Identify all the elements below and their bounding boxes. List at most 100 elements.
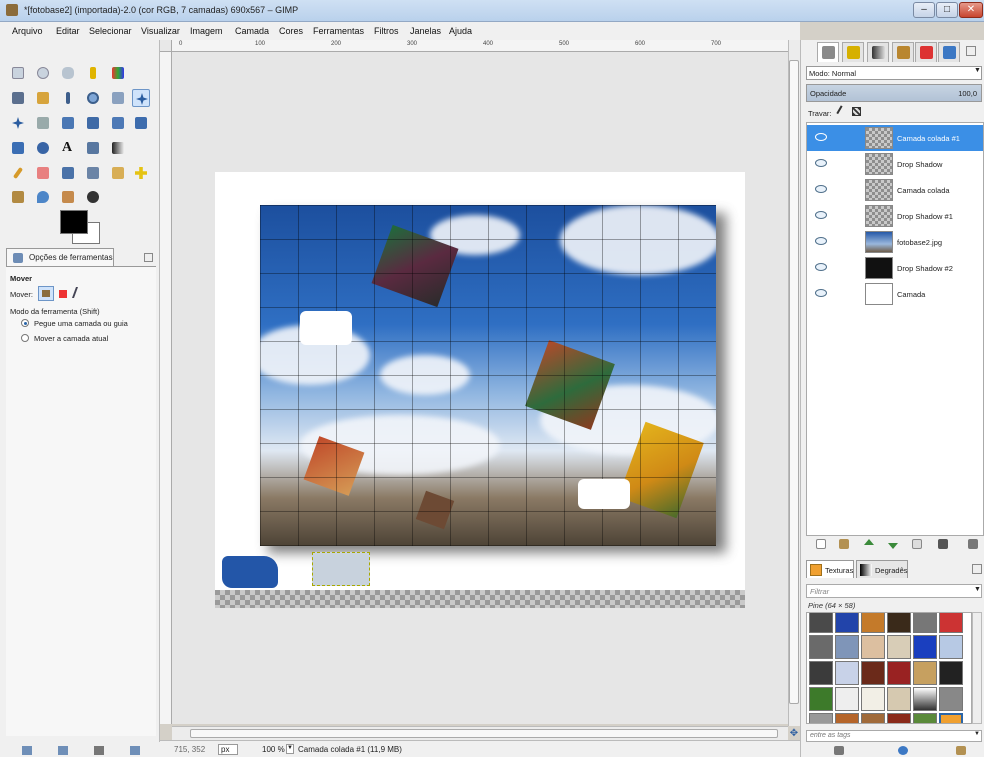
chevron-down-icon[interactable]: ▼ (974, 731, 980, 737)
bucket-fill-tool-icon[interactable] (84, 139, 102, 157)
brushes-tab[interactable] (892, 42, 914, 62)
rotate-tool-icon[interactable] (59, 114, 77, 132)
pattern-swatch[interactable] (913, 687, 937, 711)
rect-select-tool-icon[interactable] (9, 64, 27, 82)
foreground-select-tool-icon[interactable] (34, 89, 52, 107)
pencil-tool-icon[interactable] (9, 164, 27, 182)
channels-tab[interactable] (842, 42, 864, 62)
lock-pixels-icon[interactable] (835, 105, 849, 118)
pattern-swatch[interactable] (887, 713, 911, 723)
eye-icon[interactable] (815, 211, 827, 219)
eye-icon[interactable] (815, 289, 827, 297)
layer-row[interactable]: Drop Shadow #2 (807, 255, 983, 281)
pattern-swatch[interactable] (809, 661, 833, 685)
pattern-swatch[interactable] (835, 635, 859, 659)
blur-tool-icon[interactable] (34, 188, 52, 206)
zoom-tool-icon[interactable] (84, 89, 102, 107)
layer-row[interactable]: Drop Shadow (807, 151, 983, 177)
pattern-swatch[interactable] (835, 661, 859, 685)
chevron-down-icon[interactable]: ▼ (974, 67, 981, 74)
fuzzy-select-tool-icon[interactable] (84, 64, 102, 82)
unit-select[interactable]: px (218, 744, 239, 755)
layer-row[interactable]: Camada colada (807, 177, 983, 203)
delete-pattern-icon[interactable] (834, 746, 844, 755)
pattern-swatch[interactable] (939, 613, 963, 633)
perspective-clone-tool-icon[interactable] (9, 188, 27, 206)
layers-tab[interactable] (817, 42, 839, 62)
color-select-tool-icon[interactable] (109, 64, 127, 82)
menu-arquivo[interactable]: Arquivo (12, 26, 43, 36)
smudge-tool-icon[interactable] (59, 188, 77, 206)
menu-visualizar[interactable]: Visualizar (141, 26, 180, 36)
menu-cores[interactable]: Cores (279, 26, 303, 36)
patterns-scrollbar[interactable] (972, 612, 982, 724)
clone-tool-icon[interactable] (109, 164, 127, 182)
tab-patterns[interactable]: Texturas (806, 560, 854, 578)
pattern-swatch[interactable] (809, 613, 833, 633)
align-tool-icon[interactable] (9, 114, 27, 132)
horizontal-scroll-thumb[interactable] (190, 729, 778, 738)
pattern-swatch[interactable] (809, 687, 833, 711)
menu-imagem[interactable]: Imagem (190, 26, 223, 36)
ink-tool-icon[interactable] (84, 164, 102, 182)
cage-tool-icon[interactable] (34, 139, 52, 157)
foreground-color-swatch-top[interactable] (60, 210, 88, 234)
layer-row[interactable]: fotobase2.jpg (807, 229, 983, 255)
colors-tab[interactable] (915, 42, 937, 62)
raise-layer-icon[interactable] (864, 539, 874, 545)
radio-pick-layer[interactable] (21, 319, 29, 327)
pattern-swatch[interactable] (939, 661, 963, 685)
menu-ferramentas[interactable]: Ferramentas (313, 26, 364, 36)
pattern-swatch[interactable] (939, 687, 963, 711)
horizontal-ruler[interactable]: 0 100 200 300 400 500 600 700 (172, 40, 788, 52)
perspective-tool-icon[interactable] (132, 114, 150, 132)
crop-tool-icon[interactable] (34, 114, 52, 132)
minimize-button[interactable]: – (913, 2, 935, 18)
eye-icon[interactable] (815, 263, 827, 271)
pattern-swatch[interactable] (861, 687, 885, 711)
zoom-dropdown-icon[interactable]: ▼ (286, 744, 294, 754)
pattern-swatch[interactable] (835, 687, 859, 711)
reset-options-icon[interactable] (130, 746, 140, 755)
layer-row[interactable]: Drop Shadow #1 (807, 203, 983, 229)
pattern-swatch[interactable] (887, 635, 911, 659)
paths-tab[interactable] (867, 42, 889, 62)
blend-tool-icon[interactable] (109, 139, 127, 157)
pattern-swatch[interactable] (809, 635, 833, 659)
menu-ajuda[interactable]: Ajuda (449, 26, 472, 36)
pattern-swatch[interactable] (913, 661, 937, 685)
pattern-swatch[interactable] (861, 661, 885, 685)
pattern-swatch[interactable] (913, 613, 937, 633)
menu-janelas[interactable]: Janelas (410, 26, 441, 36)
pattern-swatch[interactable] (861, 713, 885, 723)
layer-mode-select[interactable]: Modo: Normal (806, 66, 982, 80)
pattern-swatch[interactable] (835, 713, 859, 723)
scissors-tool-icon[interactable] (9, 89, 27, 107)
tab-menu-icon[interactable] (972, 564, 982, 574)
move-path-mode-icon[interactable] (71, 287, 88, 298)
pattern-swatch[interactable] (913, 635, 937, 659)
dock-menu-icon[interactable] (966, 46, 976, 56)
eraser-tool-icon[interactable] (34, 164, 52, 182)
tab-gradients[interactable]: Degradês (856, 560, 908, 578)
dodge-burn-tool-icon[interactable] (84, 188, 102, 206)
open-pattern-icon[interactable] (956, 746, 966, 755)
measure-tool-icon[interactable] (109, 89, 127, 107)
refresh-patterns-icon[interactable] (898, 746, 908, 755)
images-tab[interactable] (938, 42, 960, 62)
lock-alpha-icon[interactable] (851, 107, 861, 116)
menu-editar[interactable]: Editar (56, 26, 80, 36)
heal-tool-icon[interactable] (132, 164, 150, 182)
pattern-swatch-selected[interactable] (939, 713, 963, 723)
shear-tool-icon[interactable] (109, 114, 127, 132)
move-layer-mode-icon[interactable] (38, 286, 54, 301)
save-options-icon[interactable] (22, 746, 32, 755)
eye-icon[interactable] (815, 185, 827, 193)
filter-input[interactable]: Filtrar (806, 584, 982, 598)
tab-menu-icon[interactable] (144, 253, 153, 262)
lower-layer-icon[interactable] (888, 543, 898, 549)
layer-row[interactable]: Camada (807, 281, 983, 307)
ruler-corner[interactable] (160, 40, 172, 52)
pattern-swatch[interactable] (913, 713, 937, 723)
pattern-swatch[interactable] (939, 635, 963, 659)
